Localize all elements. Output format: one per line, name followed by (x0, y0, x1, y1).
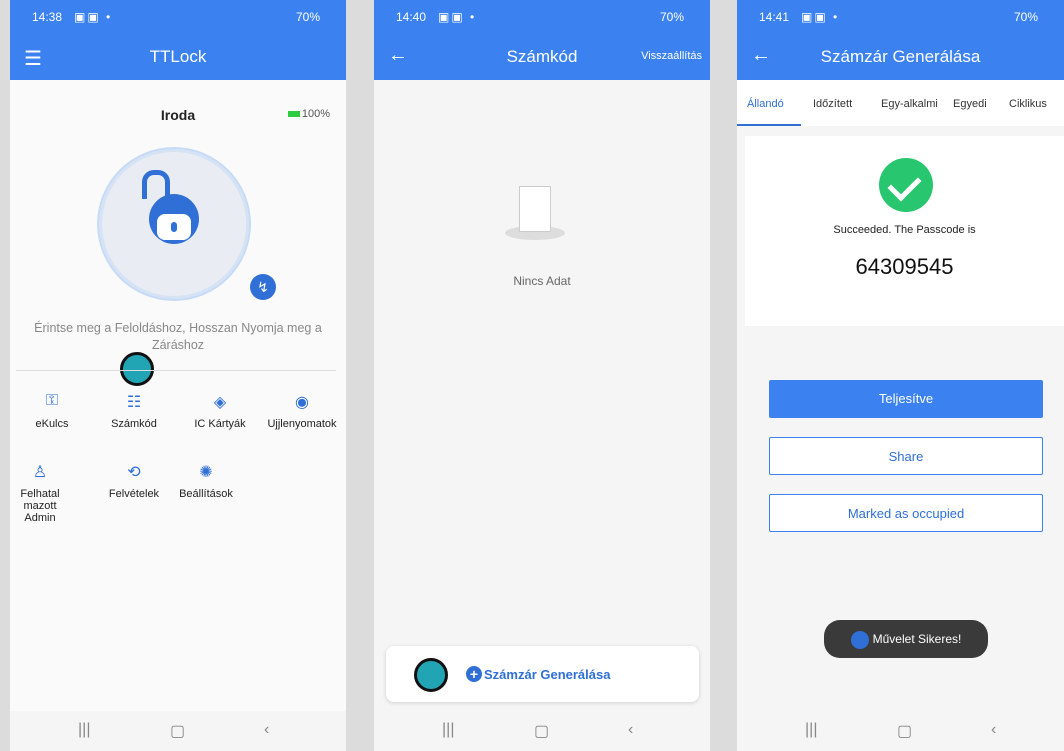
notification-icons: ▣▣ • (74, 10, 113, 24)
history-icon: ⟲ (127, 464, 141, 481)
status-battery: 70% (659, 10, 684, 24)
recents-icon[interactable]: ||| (442, 721, 454, 739)
empty-state-text: Nincs Adat (513, 274, 571, 288)
status-time: 14:41 (759, 10, 790, 24)
home-icon[interactable]: ▢ (897, 721, 912, 741)
nav-bar: ||| ▢ ‹ (737, 711, 1064, 751)
notification-icons: ▣▣ • (438, 10, 477, 24)
lock-battery: 100% (287, 108, 330, 120)
tab-timed[interactable]: Időzített (813, 98, 852, 110)
remote-icon[interactable]: ↯ (250, 274, 276, 300)
tab-permanent[interactable]: Állandó (747, 98, 784, 110)
app-bar: ← Számzár Generálása (737, 34, 1064, 80)
app-bar: ← Számkód Visszaállítás (374, 34, 710, 80)
phone-screen-passcodes: 14:40 ▣▣ • 70% ← Számkód Visszaállítás N… (374, 0, 710, 751)
menu-ekey[interactable]: ⚿ eKulcs (12, 392, 92, 430)
status-battery: 70% (295, 10, 320, 24)
passcode-type-tabs: Állandó Időzített Egy-alkalmi Egyedi Cik… (737, 80, 1064, 126)
share-button[interactable]: Share (769, 437, 1043, 475)
passcode-value: 64309545 (855, 254, 954, 279)
tab-one-time[interactable]: Egy-alkalmi (881, 98, 938, 110)
phone-screen-home: 14:38 ▣▣ • 70% ☰ TTLock Iroda 100% ↯ Éri… (10, 0, 346, 751)
battery-icon (287, 111, 300, 118)
empty-document-icon (505, 186, 565, 242)
success-panel: Succeeded. The Passcode is 64309545 (745, 136, 1064, 326)
gear-icon: ✺ (199, 464, 213, 481)
recents-icon[interactable]: ||| (805, 721, 817, 739)
admin-icon: ♙ (32, 464, 48, 481)
tab-indicator (737, 124, 801, 126)
back-icon[interactable]: ‹ (628, 721, 633, 739)
menu-fingerprints[interactable]: ◉ Ujjlenyomatok (262, 392, 342, 430)
recents-icon[interactable]: ||| (78, 721, 90, 739)
back-icon[interactable]: ‹ (264, 721, 269, 739)
success-message: Succeeded. The Passcode is (833, 224, 976, 236)
phone-screen-generate: 14:41 ▣▣ • 70% ← Számzár Generálása Álla… (737, 0, 1064, 751)
app-title: Számzár Generálása (820, 47, 981, 66)
notification-icons: ▣▣ • (801, 10, 840, 24)
status-bar: 14:41 ▣▣ • 70% (737, 0, 1064, 34)
fingerprint-icon: ◉ (295, 394, 309, 411)
unlock-button[interactable] (102, 152, 246, 296)
nav-bar: ||| ▢ ‹ (10, 711, 346, 751)
generate-passcode-button[interactable]: + Számzár Generálása (386, 646, 699, 702)
app-icon (850, 630, 869, 649)
home-icon[interactable]: ▢ (534, 721, 549, 741)
mark-occupied-button[interactable]: Marked as occupied (769, 494, 1043, 532)
menu-admin[interactable]: ♙ Felhatal mazott Admin (10, 462, 70, 524)
menu-passcode[interactable]: ☷ Számkód (94, 392, 174, 430)
app-bar: ☰ TTLock (10, 34, 346, 80)
status-time: 14:40 (396, 10, 427, 24)
back-icon[interactable]: ‹ (991, 721, 996, 739)
touch-indicator (120, 352, 154, 386)
menu-settings[interactable]: ✺ Beállítások (166, 462, 246, 500)
app-title: TTLock (149, 47, 207, 66)
status-battery: 70% (1013, 10, 1038, 24)
tab-cyclic[interactable]: Ciklikus (1009, 98, 1047, 110)
status-bar: 14:40 ▣▣ • 70% (374, 0, 710, 34)
tab-custom[interactable]: Egyedi (953, 98, 987, 110)
unlock-hint: Érintse meg a Feloldáshoz, Hosszan Nyomj… (34, 321, 322, 352)
done-button[interactable]: Teljesítve (769, 380, 1043, 418)
divider (16, 370, 336, 371)
passcode-icon: ☷ (126, 394, 142, 411)
check-icon (879, 158, 933, 212)
lock-icon (149, 194, 199, 244)
reset-button[interactable]: Visszaállítás (641, 50, 702, 62)
nav-bar: ||| ▢ ‹ (374, 711, 710, 751)
success-toast: Művelet Sikeres! (824, 620, 988, 658)
menu-ic-cards[interactable]: ◈ IC Kártyák (180, 392, 260, 430)
plus-icon: + (466, 666, 482, 682)
home-icon[interactable]: ▢ (170, 721, 185, 741)
status-bar: 14:38 ▣▣ • 70% (10, 0, 346, 34)
key-icon: ⚿ (45, 392, 59, 409)
touch-indicator (414, 658, 448, 692)
card-icon: ◈ (213, 394, 227, 411)
status-time: 14:38 (32, 10, 63, 24)
menu-records[interactable]: ⟲ Felvételek (94, 462, 174, 500)
